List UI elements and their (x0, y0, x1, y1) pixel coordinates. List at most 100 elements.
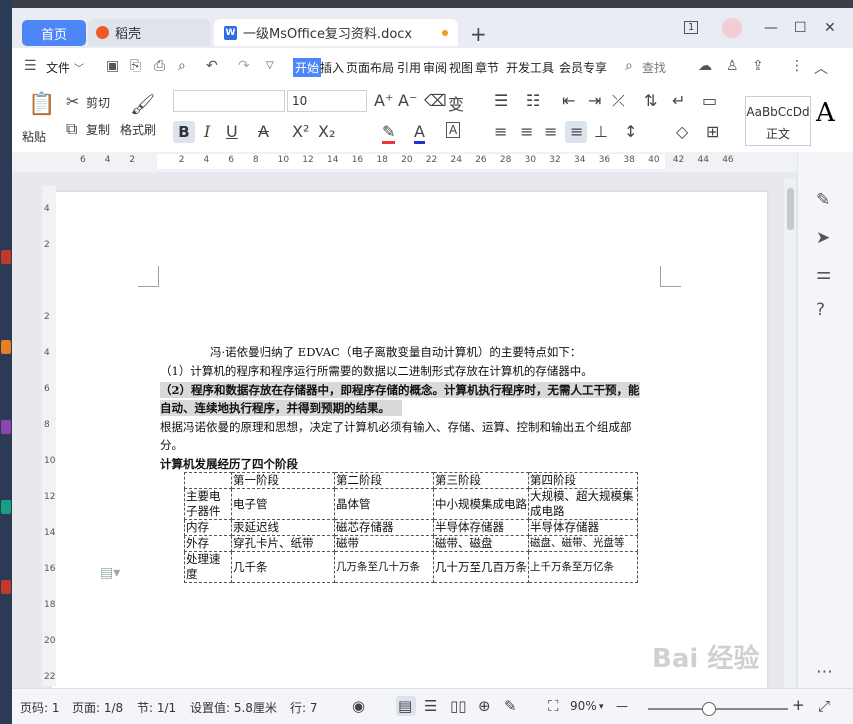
eye-protection-icon[interactable]: ◉ (352, 697, 365, 715)
web-view-icon[interactable]: ⊕ (478, 697, 491, 715)
paragraph[interactable]: （1）计算机的程序和程序运行所需要的数据以二进制形式存放在计算机的存储器中。 (160, 363, 593, 379)
table-cell[interactable]: 汞延迟线 (231, 519, 335, 536)
table-cell[interactable]: 穿孔卡片、纸带 (231, 535, 335, 552)
fit-page-icon[interactable]: ⛶ (548, 697, 559, 715)
menu-review[interactable]: 审阅 (423, 59, 447, 76)
table-cell[interactable]: 上千万条至万亿条 (528, 551, 638, 583)
format-painter-button[interactable]: 格式刷 (120, 121, 156, 138)
stages-table[interactable]: 第一阶段 第二阶段 第三阶段 第四阶段 主要电子器件 电子管 晶体管 中小规模集… (184, 472, 638, 583)
zoom-level[interactable]: 90% (570, 699, 597, 713)
chevron-down-icon[interactable]: ﹀ (74, 60, 84, 75)
shrink-font-icon[interactable]: A⁻ (398, 91, 417, 110)
selected-paragraph[interactable]: 自动、连续地执行程序，并得到预期的结果。 (160, 400, 402, 416)
more-tools-icon[interactable]: ⋯ (816, 662, 833, 682)
collapse-ribbon-icon[interactable]: ︿ (814, 58, 828, 78)
table-cell[interactable]: 磁芯存储器 (334, 519, 434, 536)
underline-button[interactable]: U (226, 122, 238, 141)
new-tab-button[interactable]: + (470, 22, 487, 46)
tab-daoke[interactable]: 稻壳 (88, 19, 210, 46)
subscript-button[interactable]: X₂ (318, 122, 335, 141)
search-icon[interactable]: ⌕ (625, 58, 633, 74)
more-quick-icon[interactable]: ▽ (266, 60, 274, 71)
highlight-color-icon[interactable]: ✎ (382, 122, 396, 144)
export-icon[interactable]: ⎘ (130, 58, 141, 74)
shading-icon[interactable]: ◇ (676, 122, 688, 141)
paragraph[interactable]: 分。 (160, 437, 183, 453)
line-spacing-icon[interactable]: ↕ (624, 122, 637, 141)
tab-document[interactable]: W 一级MsOffice复习资料.docx (214, 19, 458, 46)
status-section[interactable]: 节: 1/1 (137, 699, 176, 716)
menu-insert[interactable]: 插入 (320, 59, 344, 76)
tab-home[interactable]: 首页 (22, 20, 86, 46)
table-cell[interactable]: 外存 (184, 535, 232, 552)
cut-button[interactable]: 剪切 (86, 94, 110, 111)
superscript-button[interactable]: X² (292, 122, 309, 141)
search-label[interactable]: 查找 (642, 59, 666, 76)
status-page-number[interactable]: 页码: 1 (20, 699, 60, 716)
zoom-slider-knob[interactable] (702, 702, 717, 716)
paste-icon[interactable]: 📋 (28, 92, 55, 117)
vertical-scrollbar[interactable] (784, 178, 796, 688)
status-setting[interactable]: 设置值: 5.8厘米 (190, 699, 277, 716)
hamburger-icon[interactable]: ☰ (24, 58, 37, 74)
style-normal[interactable]: AaBbCcDd 正文 (745, 96, 811, 146)
table-cell[interactable]: 半导体存储器 (433, 519, 529, 536)
window-count-badge[interactable]: 1 (684, 21, 699, 34)
table-cell[interactable]: 主要电子器件 (184, 488, 232, 520)
table-cell[interactable]: 第二阶段 (334, 472, 434, 489)
adjust-icon[interactable]: ⚌ (816, 264, 831, 284)
align-right-icon[interactable]: ≡ (544, 122, 557, 141)
share-icon[interactable]: ⇪ (752, 58, 764, 74)
zoom-in-button[interactable]: + (792, 696, 805, 714)
align-left-icon[interactable]: ≡ (494, 122, 507, 141)
table-cell[interactable] (184, 472, 232, 489)
copy-icon[interactable]: ⧉ (66, 119, 77, 139)
table-cell[interactable]: 处理速度 (184, 551, 232, 583)
redo-icon[interactable]: ↷ (238, 58, 250, 74)
align-center-icon[interactable]: ≡ (520, 122, 533, 141)
fullscreen-icon[interactable]: ⤢ (818, 697, 830, 715)
paragraph-menu-icon[interactable]: ▤▾ (100, 565, 120, 581)
table-cell[interactable]: 磁盘、磁带、光盘等 (528, 535, 638, 552)
horizontal-ruler[interactable]: 6 4 2 2 4 6 8 10 12 14 16 18 20 22 24 26 28 30 32 34 36 38 40 4… (12, 152, 797, 172)
selected-paragraph[interactable]: （2）程序和数据存放在存储器中，即程序存储的概念。计算机执行程序时，无需人工干预… (160, 382, 640, 398)
font-name-select[interactable] (173, 90, 285, 112)
menu-developer[interactable]: 开发工具 (506, 59, 554, 76)
menu-view[interactable]: 视图 (449, 59, 473, 76)
sort-icon[interactable]: ⇅ (644, 91, 657, 110)
menu-member[interactable]: 会员专享 (559, 59, 607, 76)
preview-icon[interactable]: ⌕ (178, 58, 186, 74)
menu-references[interactable]: 引用 (397, 59, 421, 76)
font-color-icon[interactable]: A (414, 122, 425, 144)
vertical-ruler[interactable]: 4 2 2 4 6 8 10 12 14 16 18 20 22 (42, 186, 56, 686)
chinese-layout-icon[interactable]: ⤫ (612, 91, 625, 111)
borders-icon[interactable]: ⊞ (706, 122, 719, 141)
zoom-out-button[interactable]: — (616, 699, 628, 713)
collab-icon[interactable]: ♙ (726, 58, 739, 74)
status-pages[interactable]: 页面: 1/8 (72, 699, 123, 716)
section-heading[interactable]: 计算机发展经历了四个阶段 (160, 456, 298, 472)
italic-button[interactable]: I (204, 122, 210, 141)
numbering-icon[interactable]: ☷ (526, 91, 540, 110)
table-cell[interactable]: 第一阶段 (231, 472, 335, 489)
avatar[interactable] (722, 18, 742, 38)
write-mode-icon[interactable]: ✎ (504, 697, 517, 715)
zoom-slider[interactable] (648, 708, 788, 710)
table-cell[interactable]: 晶体管 (334, 488, 434, 520)
scrollbar-thumb[interactable] (787, 188, 794, 230)
status-row[interactable]: 行: 7 (290, 699, 318, 716)
table-cell[interactable]: 内存 (184, 519, 232, 536)
paste-button[interactable]: 粘贴 (22, 128, 46, 145)
strikethrough-button[interactable]: A (258, 122, 269, 141)
tab-ruler-icon[interactable]: ▭ (702, 91, 717, 110)
font-size-select[interactable]: 10 (287, 90, 367, 112)
table-cell[interactable]: 电子管 (231, 488, 335, 520)
help-icon[interactable]: ? (816, 300, 825, 320)
table-cell[interactable]: 大规模、超大规模集成电路 (528, 488, 638, 520)
zoom-dropdown-icon[interactable]: ▾ (599, 702, 604, 712)
brush-icon[interactable]: 🖌 (130, 92, 155, 116)
table-cell[interactable]: 中小规模集成电路 (433, 488, 529, 520)
close-button[interactable]: ✕ (824, 20, 836, 36)
table-cell[interactable]: 第四阶段 (528, 472, 638, 489)
table-cell[interactable]: 几十万至几百万条 (433, 551, 529, 583)
